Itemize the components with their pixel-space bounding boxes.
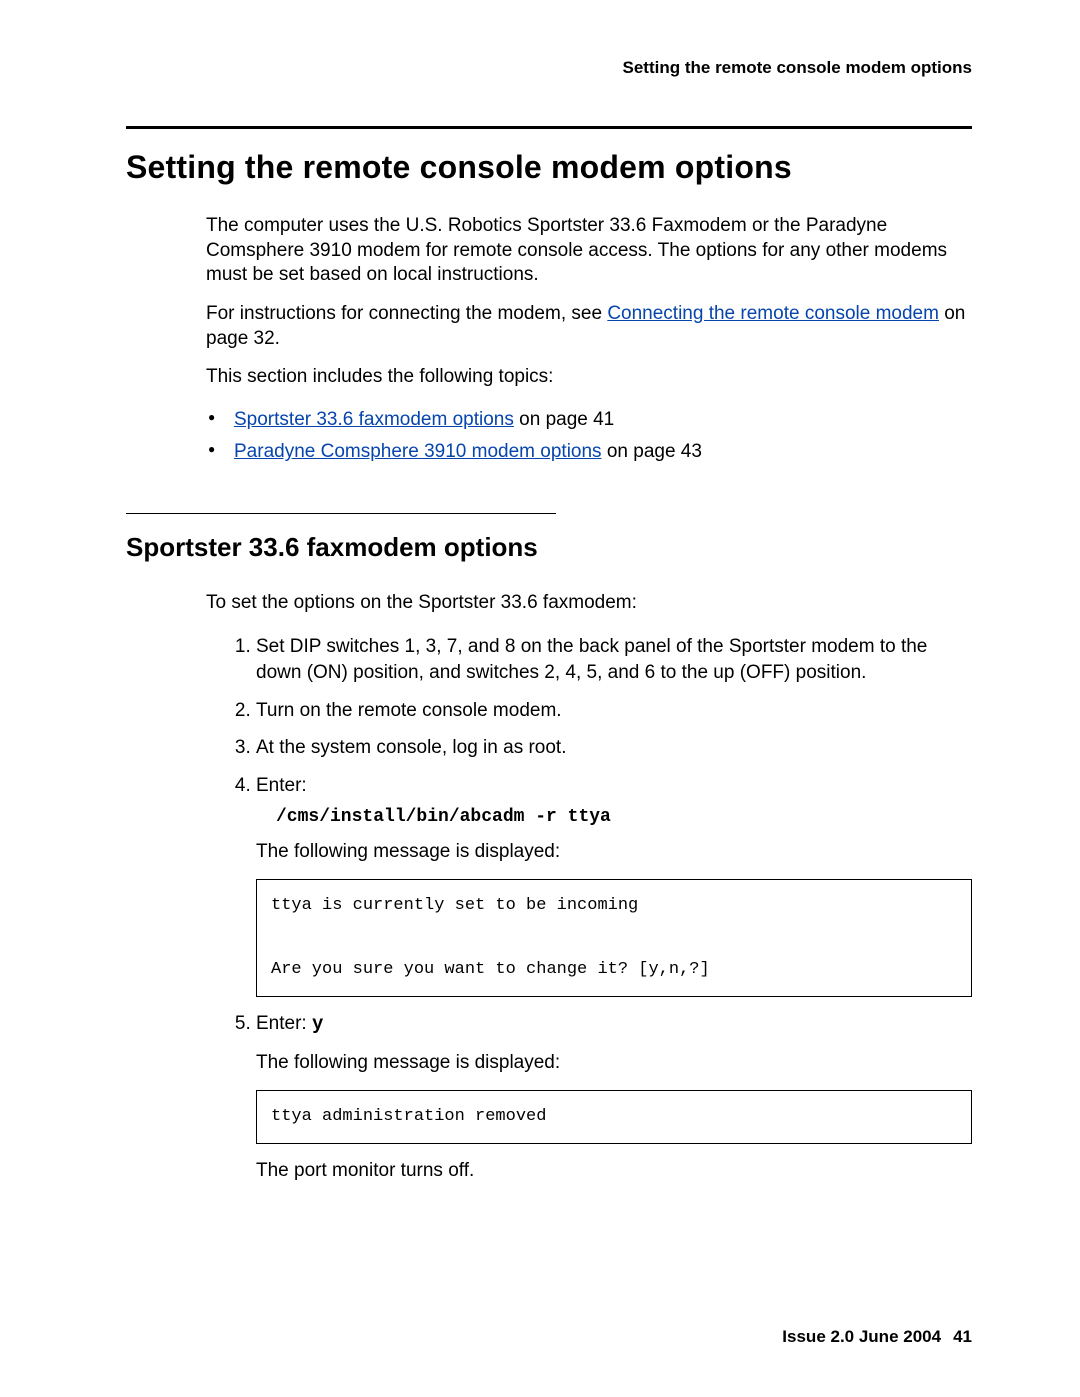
xref-paragraph: For instructions for connecting the mode… — [206, 302, 972, 351]
steps-list: Set DIP switches 1, 3, 7, and 8 on the b… — [226, 634, 972, 1183]
step-2: Turn on the remote console modem. — [256, 698, 972, 724]
link-connecting-modem[interactable]: Connecting the remote console modem — [607, 303, 939, 324]
list-tail: on page 41 — [514, 409, 614, 430]
topics-lead: This section includes the following topi… — [206, 365, 972, 390]
xref-text-before: For instructions for connecting the mode… — [206, 303, 607, 324]
section-lead: To set the options on the Sportster 33.6… — [206, 591, 972, 616]
page-title: Setting the remote console modem options — [126, 149, 972, 186]
link-paradyne-options[interactable]: Paradyne Comsphere 3910 modem options — [234, 441, 602, 462]
section-rule — [126, 513, 556, 514]
step-4: Enter: /cms/install/bin/abcadm -r ttya T… — [256, 773, 972, 997]
intro-block: The computer uses the U.S. Robotics Spor… — [206, 214, 972, 469]
step-4-label: Enter: — [256, 775, 307, 796]
step-5-msg-lead: The following message is displayed: — [256, 1050, 972, 1076]
step-5-label: Enter: — [256, 1013, 312, 1034]
step-3: At the system console, log in as root. — [256, 735, 972, 761]
page-footer: Issue 2.0 June 2004 41 — [782, 1327, 972, 1347]
topics-list: Sportster 33.6 faxmodem options on page … — [206, 404, 972, 469]
top-rule — [126, 126, 972, 129]
list-tail: on page 43 — [602, 441, 702, 462]
console-output-2: ttya administration removed — [256, 1090, 972, 1144]
console-output-1: ttya is currently set to be incoming Are… — [256, 879, 972, 998]
step-5-tail: The port monitor turns off. — [256, 1158, 972, 1184]
section-body: To set the options on the Sportster 33.6… — [206, 591, 972, 1184]
step-1: Set DIP switches 1, 3, 7, and 8 on the b… — [256, 634, 972, 685]
list-item: Paradyne Comsphere 3910 modem options on… — [226, 436, 972, 468]
intro-paragraph: The computer uses the U.S. Robotics Spor… — [206, 214, 972, 288]
step-4-msg-lead: The following message is displayed: — [256, 839, 972, 865]
page-number: 41 — [953, 1327, 972, 1346]
link-sportster-options[interactable]: Sportster 33.6 faxmodem options — [234, 409, 514, 430]
step-5: Enter: y The following message is displa… — [256, 1011, 972, 1183]
step-4-command: /cms/install/bin/abcadm -r ttya — [276, 805, 972, 829]
list-item: Sportster 33.6 faxmodem options on page … — [226, 404, 972, 436]
running-header: Setting the remote console modem options — [126, 58, 972, 78]
issue-label: Issue 2.0 June 2004 — [782, 1327, 941, 1346]
page: Setting the remote console modem options… — [0, 0, 1080, 1397]
section-heading-sportster: Sportster 33.6 faxmodem options — [126, 532, 972, 563]
step-5-command: y — [312, 1013, 323, 1035]
